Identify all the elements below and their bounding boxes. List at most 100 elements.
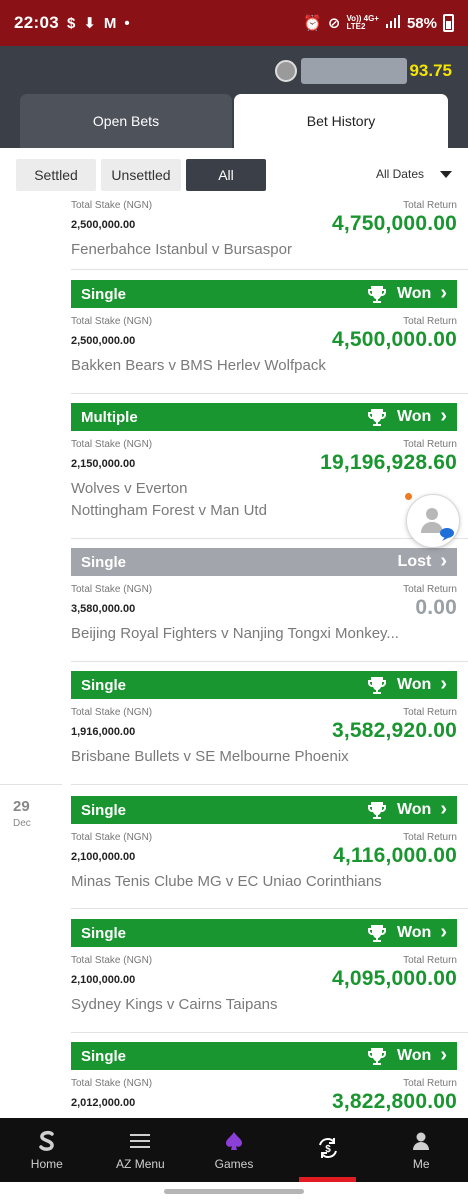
divider [71, 1032, 468, 1033]
return-value: 4,750,000.00 [331, 212, 457, 235]
stake-label: Total Stake (NGN) [71, 316, 153, 327]
return-value: 3,582,920.00 [331, 719, 457, 742]
filter-all-button[interactable]: All [186, 159, 266, 191]
bet-result-banner[interactable]: Single Won › [71, 671, 457, 699]
bet-history-list[interactable]: Total Stake (NGN) Total Return 2,500,000… [0, 200, 468, 1118]
stake-label: Total Stake (NGN) [71, 707, 153, 718]
tab-bet-history[interactable]: Bet History [234, 94, 448, 148]
return-label: Total Return [403, 200, 457, 211]
chevron-right-icon: › [440, 673, 447, 695]
date-range-label: All Dates [375, 167, 424, 181]
bet-type: Single [81, 801, 127, 819]
match-name: Sydney Kings v Cairns Taipans [71, 996, 278, 1013]
chat-support-button[interactable] [406, 494, 460, 548]
trophy-icon [367, 802, 386, 819]
bet-card[interactable]: Single Won › Total Stake (NGN) Total Ret… [71, 919, 457, 1016]
stake-value: 3,580,000.00 [71, 603, 136, 615]
bet-result-banner[interactable]: Single Won › [71, 919, 457, 947]
nav-home[interactable]: Home [0, 1118, 94, 1182]
stake-value: 2,100,000.00 [71, 851, 136, 863]
account-balance[interactable]: 93.75 [275, 58, 452, 84]
tab-open-bets[interactable]: Open Bets [20, 94, 232, 148]
avatar[interactable] [275, 60, 298, 82]
bet-result: Won [396, 676, 432, 693]
cash-out-icon: $ [316, 1136, 340, 1160]
stake-value: 2,150,000.00 [71, 458, 136, 470]
return-label: Total Return [403, 832, 457, 843]
chevron-down-icon [440, 170, 452, 178]
bet-card[interactable]: Single Lost › Total Stake (NGN) Total Re… [71, 548, 457, 645]
download-icon: ⬇ [83, 15, 96, 32]
chevron-right-icon: › [440, 405, 447, 427]
bet-result-banner[interactable]: Single Won › [71, 280, 457, 308]
return-label: Total Return [403, 707, 457, 718]
return-value: 4,500,000.00 [331, 328, 457, 351]
svg-text:$: $ [325, 1144, 331, 1155]
bet-type: Single [81, 676, 127, 694]
chevron-right-icon: › [440, 798, 447, 820]
bet-type: Single [81, 924, 127, 942]
system-gesture-bar [0, 1182, 468, 1200]
date-range-dropdown[interactable]: All Dates [376, 167, 452, 181]
bet-result-banner[interactable]: Single Won › [71, 1042, 457, 1070]
signal-icon [385, 14, 401, 32]
return-value: 19,196,928.60 [320, 451, 457, 474]
nav-az-menu[interactable]: AZ Menu [94, 1118, 188, 1182]
stake-label: Total Stake (NGN) [71, 832, 153, 843]
app-notification-icon: $ [66, 14, 76, 32]
date-group-label: 29 Dec [13, 798, 31, 829]
trophy-icon [367, 677, 386, 694]
bottom-navigation: Home AZ Menu Games $ Me [0, 1118, 468, 1182]
bet-card[interactable]: Single Won › Total Stake (NGN) Total Ret… [71, 280, 457, 377]
bet-card[interactable]: Total Stake (NGN) Total Return 2,500,000… [71, 200, 457, 261]
bet-card[interactable]: Single Won › Total Stake (NGN) Total Ret… [71, 1042, 457, 1114]
nav-home-label: Home [30, 1157, 63, 1171]
bet-result-banner[interactable]: Single Lost › [71, 548, 457, 576]
filter-settled-button[interactable]: Settled [16, 159, 96, 191]
match-name: Nottingham Forest v Man Utd [71, 502, 267, 519]
bet-card[interactable]: Single Won › Total Stake (NGN) Total Ret… [71, 796, 457, 893]
match-name: Minas Tenis Clube MG v EC Uniao Corinthi… [71, 873, 382, 890]
hamburger-menu-icon [130, 1129, 151, 1153]
app-header: 93.75 Open Bets Bet History [0, 46, 468, 148]
trophy-icon [367, 1048, 386, 1065]
bet-card[interactable]: Multiple Won › Total Stake (NGN) Total R… [71, 403, 457, 522]
nav-me[interactable]: Me [374, 1118, 468, 1182]
status-bar: 22:03 $ ⬇ M • ⏰ ⊘ Vo)) 4G+ LTE2 58% [0, 0, 468, 46]
more-notifications-icon: • [124, 14, 130, 32]
bet-type: Multiple [81, 408, 138, 426]
home-gesture-handle[interactable] [164, 1189, 304, 1194]
stake-value: 2,500,000.00 [71, 219, 136, 231]
stake-label: Total Stake (NGN) [71, 200, 153, 211]
redacted-username [301, 58, 408, 84]
match-name: Bakken Bears v BMS Herlev Wolfpack [71, 357, 326, 374]
nav-az-menu-label: AZ Menu [116, 1157, 165, 1171]
nav-games[interactable]: Games [187, 1118, 281, 1182]
nav-games-label: Games [214, 1157, 254, 1171]
chevron-right-icon: › [440, 921, 447, 943]
filter-bar: Settled Unsettled All All Dates [0, 148, 468, 200]
match-name: Beijing Royal Fighters v Nanjing Tongxi … [71, 625, 399, 642]
spade-icon [224, 1129, 244, 1153]
trophy-icon [367, 286, 386, 303]
bet-result: Won [396, 801, 432, 818]
date-month: Dec [13, 818, 31, 829]
match-name: Fenerbahce Istanbul v Bursaspor [71, 241, 292, 258]
alarm-icon: ⏰ [303, 15, 322, 32]
battery-icon [443, 14, 454, 32]
nav-me-label: Me [412, 1157, 430, 1171]
bet-result-banner[interactable]: Single Won › [71, 796, 457, 824]
return-value: 4,095,000.00 [331, 967, 457, 990]
stake-value: 2,012,000.00 [71, 1097, 136, 1109]
bet-result-banner[interactable]: Multiple Won › [71, 403, 457, 431]
do-not-disturb-icon: ⊘ [327, 15, 341, 32]
gmail-icon: M [103, 14, 117, 32]
return-value: 4,116,000.00 [333, 844, 457, 867]
bet-result: Won [396, 1047, 432, 1064]
bet-card[interactable]: Single Won › Total Stake (NGN) Total Ret… [71, 671, 457, 768]
network-type-bottom: LTE2 [346, 22, 366, 31]
stake-label: Total Stake (NGN) [71, 439, 153, 450]
chevron-right-icon: › [440, 1044, 447, 1066]
nav-cash-out[interactable]: $ [281, 1118, 375, 1182]
filter-unsettled-button[interactable]: Unsettled [101, 159, 181, 191]
